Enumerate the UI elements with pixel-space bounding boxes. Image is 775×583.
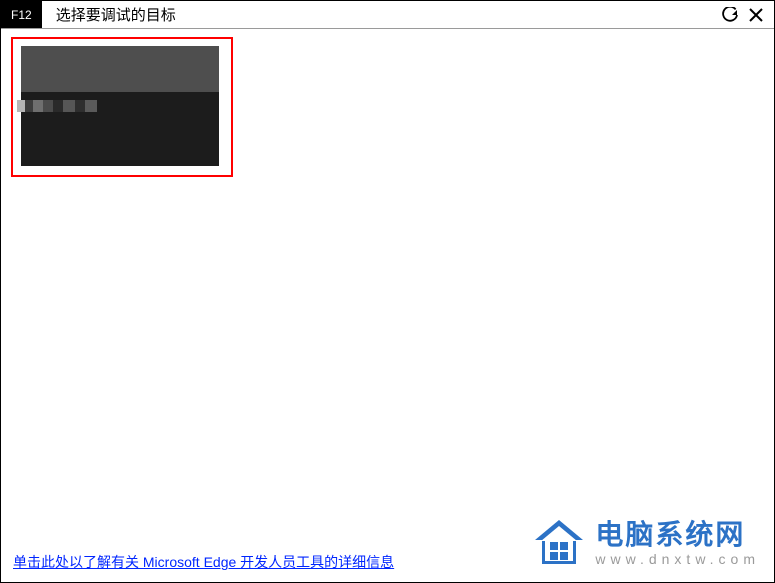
close-icon	[749, 8, 763, 22]
content-area	[1, 29, 774, 542]
footer: 单击此处以了解有关 Microsoft Edge 开发人员工具的详细信息	[1, 542, 774, 582]
debug-target-tile[interactable]	[11, 37, 233, 177]
help-link[interactable]: 单击此处以了解有关 Microsoft Edge 开发人员工具的详细信息	[13, 552, 394, 572]
close-button[interactable]	[746, 5, 766, 25]
target-thumbnail	[21, 46, 219, 166]
f12-badge: F12	[1, 1, 42, 28]
title-controls	[720, 5, 774, 25]
devtools-chooser-window: F12 选择要调试的目标	[0, 0, 775, 583]
thumbnail-region	[21, 46, 219, 92]
refresh-icon	[722, 7, 738, 23]
titlebar: F12 选择要调试的目标	[1, 1, 774, 29]
refresh-button[interactable]	[720, 5, 740, 25]
thumbnail-strip	[17, 100, 107, 112]
window-title: 选择要调试的目标	[42, 4, 720, 25]
